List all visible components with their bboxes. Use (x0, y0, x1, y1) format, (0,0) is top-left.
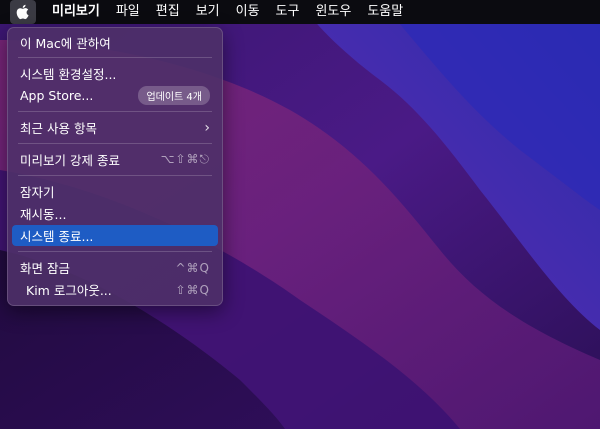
menu-item-app-store[interactable]: App Store... 업데이트 4개 (12, 85, 218, 106)
menu-separator (18, 175, 212, 176)
menu-item-label: 미리보기 강제 종료 (20, 153, 120, 168)
keyboard-shortcut: ⌥⇧⌘⎋ (160, 152, 210, 166)
menu-separator (18, 111, 212, 112)
menubar-file[interactable]: 파일 (108, 0, 148, 24)
menubar-app-name[interactable]: 미리보기 (44, 0, 108, 24)
apple-menu-button[interactable] (10, 0, 36, 24)
keyboard-shortcut: ^⌘Q (175, 260, 210, 275)
menu-item-label: 시스템 환경설정... (20, 67, 117, 82)
update-badge: 업데이트 4개 (138, 86, 210, 105)
apple-logo-icon (16, 4, 29, 20)
menu-item-label: Kim 로그아웃... (26, 283, 112, 298)
menu-item-restart[interactable]: 재시동... (12, 203, 218, 224)
menu-item-label: 이 Mac에 관하여 (20, 36, 111, 51)
menu-separator (18, 143, 212, 144)
apple-dropdown-menu: 이 Mac에 관하여 시스템 환경설정... App Store... 업데이트… (7, 27, 223, 306)
menu-item-label: 시스템 종료... (20, 229, 94, 244)
chevron-right-icon: › (204, 119, 210, 136)
menu-item-logout[interactable]: Kim 로그아웃... ⇧⌘Q (12, 279, 218, 300)
menu-item-label: 최근 사용 항목 (20, 121, 97, 136)
menu-item-system-preferences[interactable]: 시스템 환경설정... (12, 63, 218, 84)
menu-item-about[interactable]: 이 Mac에 관하여 (12, 32, 218, 53)
menubar-window[interactable]: 윈도우 (307, 0, 359, 24)
menubar-edit[interactable]: 편집 (148, 0, 188, 24)
menu-item-force-quit[interactable]: 미리보기 강제 종료 ⌥⇧⌘⎋ (12, 149, 218, 170)
menu-item-label: 화면 잠금 (20, 261, 70, 276)
menu-bar: 미리보기 파일 편집 보기 이동 도구 윈도우 도움말 (0, 0, 600, 24)
keyboard-shortcut: ⇧⌘Q (175, 282, 210, 297)
menubar-tools[interactable]: 도구 (268, 0, 308, 24)
menu-item-sleep[interactable]: 잠자기 (12, 181, 218, 202)
menu-separator (18, 57, 212, 58)
menu-item-lock-screen[interactable]: 화면 잠금 ^⌘Q (12, 257, 218, 278)
menubar-help[interactable]: 도움말 (359, 0, 411, 24)
menu-item-label: 재시동... (20, 207, 67, 222)
menu-item-label: 잠자기 (20, 185, 55, 200)
menu-item-label: App Store... (20, 88, 94, 103)
menubar-go[interactable]: 이동 (228, 0, 268, 24)
menu-item-shutdown[interactable]: 시스템 종료... (12, 225, 218, 246)
menu-item-recent-items[interactable]: 최근 사용 항목 › (12, 117, 218, 138)
menu-separator (18, 251, 212, 252)
menubar-view[interactable]: 보기 (188, 0, 228, 24)
